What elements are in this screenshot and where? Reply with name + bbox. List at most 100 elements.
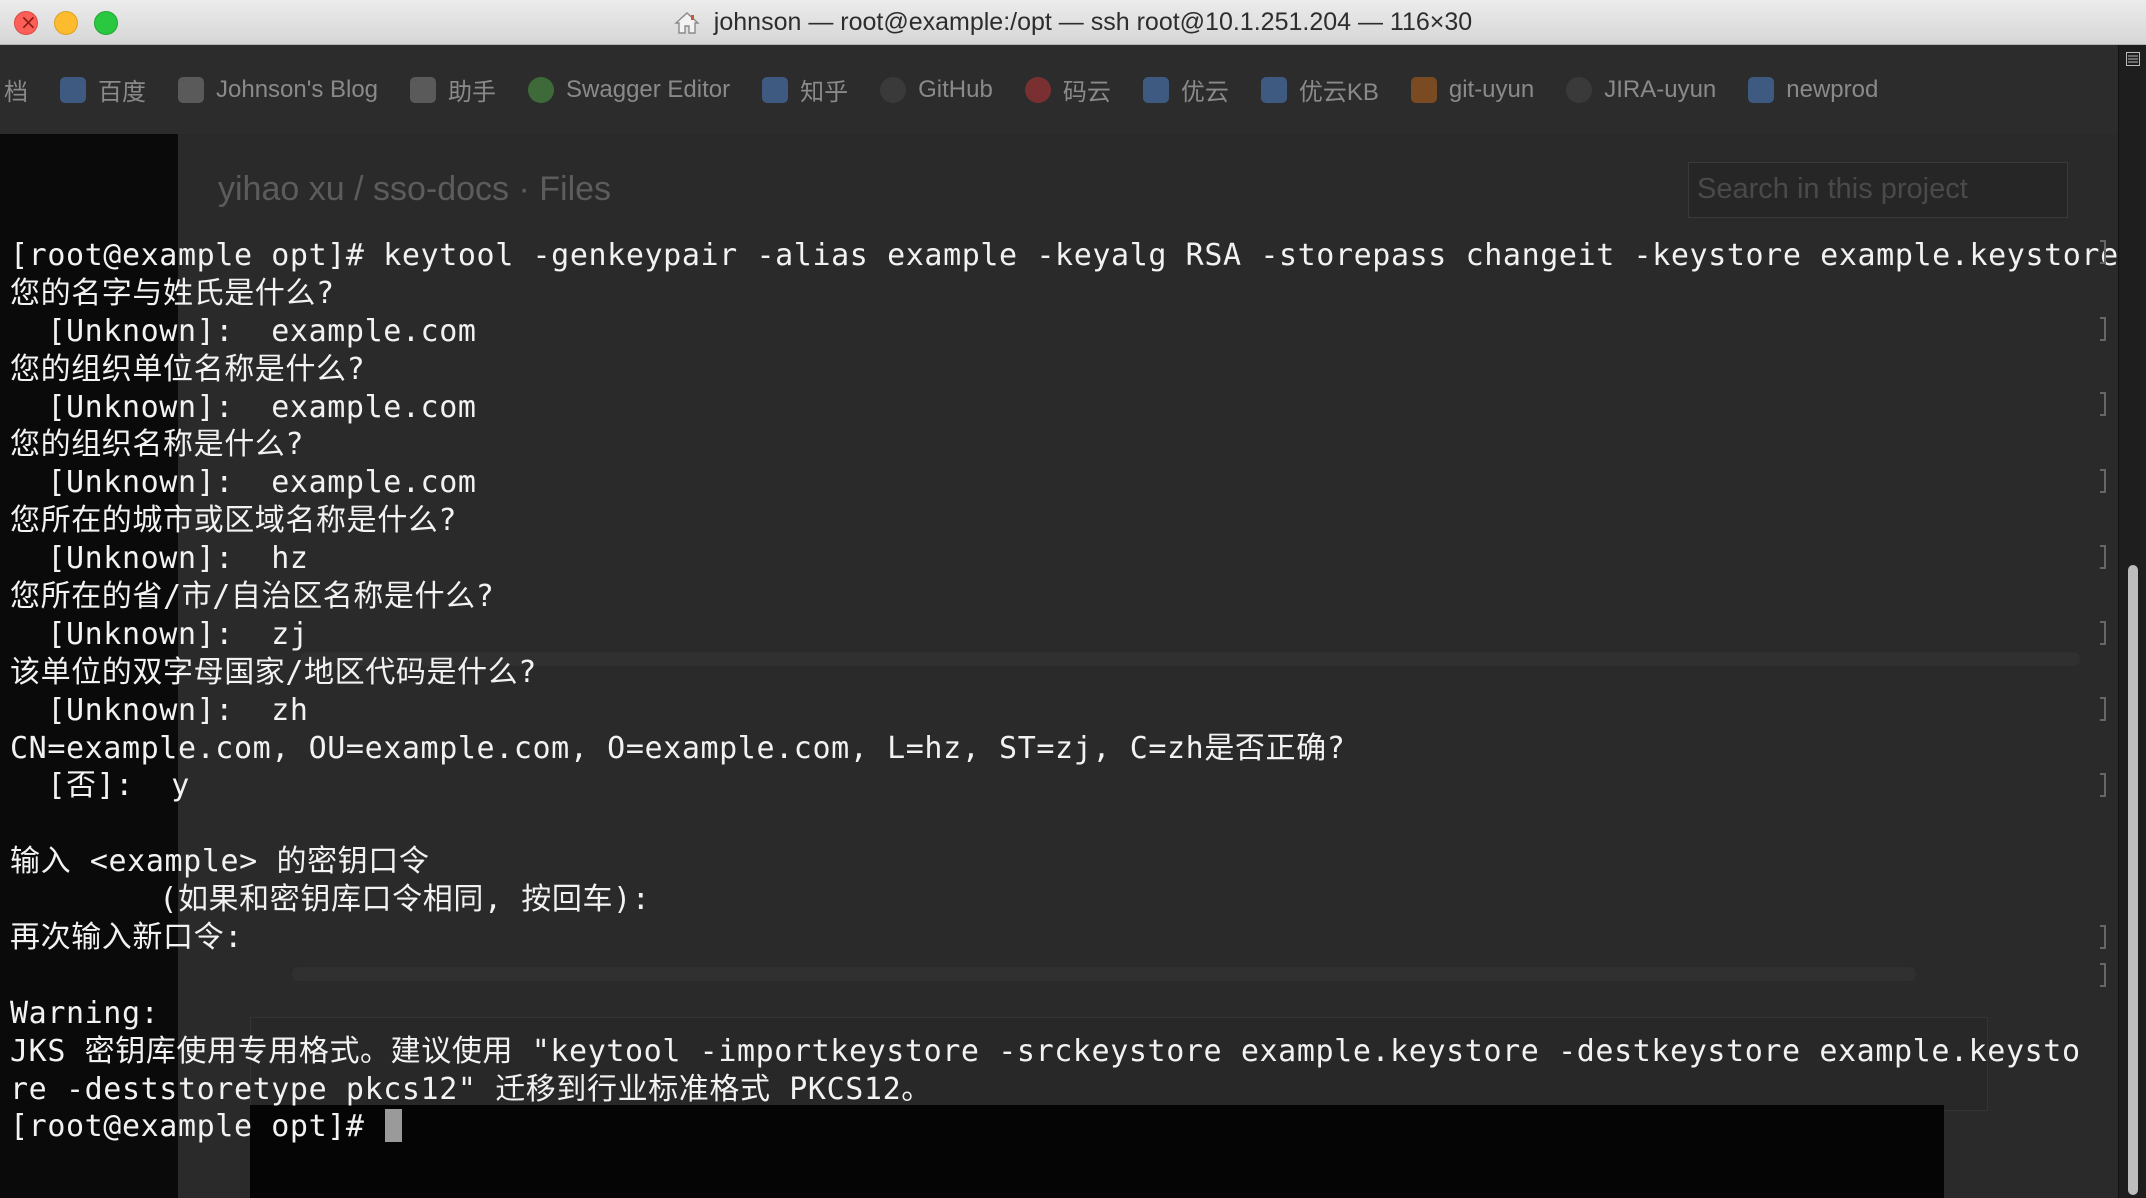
bookmark-item: newprod xyxy=(1748,76,1878,104)
terminal-line: 您的组织名称是什么? xyxy=(10,426,2118,464)
line-marker xyxy=(2100,545,2106,569)
bookmark-item: 百度 xyxy=(60,72,146,107)
terminal-line-text: [Unknown]: zj xyxy=(10,616,309,652)
terminal-line-text: [root@example opt]# keytool -genkeypair … xyxy=(10,238,2118,273)
bookmark-label: 优云KB xyxy=(1298,79,1379,106)
terminal-line: Warning: xyxy=(10,995,2118,1033)
terminal-line-text: (如果和密钥库口令相同, 按回车): xyxy=(10,882,651,918)
bookmark-item: 优云KB xyxy=(1260,72,1379,107)
terminal-line: 您所在的城市或区域名称是什么? xyxy=(10,502,2118,540)
terminal-line-text: CN=example.com, OU=example.com, O=exampl… xyxy=(10,730,1346,766)
shield-icon xyxy=(1142,76,1169,103)
helper-icon xyxy=(410,76,437,103)
line-marker xyxy=(2100,621,2106,645)
bookmarks-bar: 档 百度 Johnson's Blog 助手 Swagger Editor 知乎 GitHu… xyxy=(0,45,2118,134)
confluence-icon xyxy=(1260,76,1287,103)
terminal-line: (如果和密钥库口令相同, 按回车): xyxy=(10,881,2118,919)
bookmark-label: newprod xyxy=(1786,75,1879,103)
terminal-line-text: [否]: y xyxy=(10,768,190,804)
jira-icon xyxy=(1566,76,1593,103)
gitlab-icon xyxy=(1410,76,1437,103)
window-title-group: johnson — root@example:/opt — ssh root@1… xyxy=(0,0,2146,45)
breadcrumb: yihao xu / sso-docs · Files xyxy=(218,170,612,208)
terminal-line-text: 该单位的双字母国家/地区代码是什么? xyxy=(10,654,537,690)
terminal-line-text: 您的组织单位名称是什么? xyxy=(10,351,366,387)
project-search-input: Search in this project xyxy=(1688,162,2068,218)
baidu-icon xyxy=(60,76,86,103)
window-title: johnson — root@example:/opt — ssh root@1… xyxy=(713,8,1473,36)
terminal-line-text: 您的名字与姓氏是什么? xyxy=(10,275,335,311)
line-marker xyxy=(2100,925,2106,949)
bookmark-item: JIRA-uyun xyxy=(1566,76,1716,104)
terminal-scrollbar[interactable] xyxy=(2118,45,2146,1198)
terminal-line-text: 您所在的省/市/自治区名称是什么? xyxy=(10,579,495,615)
terminal-line-text: 您所在的城市或区域名称是什么? xyxy=(10,503,458,539)
blog-icon xyxy=(178,76,204,103)
terminal-cursor xyxy=(385,1109,403,1143)
bookmark-item: GitHub xyxy=(880,76,993,104)
bookmark-label: 助手 xyxy=(448,79,497,106)
terminal-line-text: 再次输入新口令: xyxy=(10,920,243,956)
line-marker xyxy=(2100,240,2106,264)
zhihu-icon xyxy=(762,76,789,103)
terminal-line-text: [root@example opt]# xyxy=(10,1109,384,1145)
scrollbar-thumb[interactable] xyxy=(2128,565,2138,1195)
bookmark-label: 知乎 xyxy=(800,79,849,106)
line-marker xyxy=(2100,317,2106,341)
terminal-line: [root@example opt]# xyxy=(10,1108,2118,1146)
terminal-line: 您的组织单位名称是什么? xyxy=(10,351,2118,389)
terminal-line: [Unknown]: example.com xyxy=(10,389,2118,427)
terminal-line: re -deststoretype pkcs12" 迁移到行业标准格式 PKCS… xyxy=(10,1071,2118,1109)
terminal-line: 该单位的双字母国家/地区代码是什么? xyxy=(10,654,2118,692)
terminal-line: [Unknown]: zj xyxy=(10,616,2118,654)
terminal-line-text: Warning: xyxy=(10,995,160,1031)
terminal-line-text: [Unknown]: example.com xyxy=(10,465,477,501)
terminal-line: [Unknown]: example.com xyxy=(10,464,2118,502)
bookmark-label: 优云 xyxy=(1180,79,1229,106)
bookmark-label: GitHub xyxy=(918,75,993,103)
shield-icon xyxy=(1748,76,1775,103)
terminal-output: [root@example opt]# keytool -genkeypair … xyxy=(10,237,2118,1146)
terminal-line-text: JKS 密钥库使用专用格式。建议使用 "keytool -importkeyst… xyxy=(10,1033,2081,1069)
line-marker xyxy=(2100,697,2106,721)
bookmark-item: 助手 xyxy=(410,72,496,107)
bookmark-item: Swagger Editor xyxy=(528,76,730,104)
bookmark-label: 码云 xyxy=(1062,79,1111,106)
terminal-line: [否]: y xyxy=(10,767,2118,805)
terminal-line: [Unknown]: hz xyxy=(10,540,2118,578)
terminal-line: 输入 <example> 的密钥口令 xyxy=(10,843,2118,881)
terminal-line-text: [Unknown]: zh xyxy=(10,692,309,728)
terminal-line: [root@example opt]# keytool -genkeypair … xyxy=(10,237,2118,275)
bookmark-item: 知乎 xyxy=(762,72,848,107)
terminal-line-text: [Unknown]: hz xyxy=(10,541,309,577)
terminal-line: CN=example.com, OU=example.com, O=exampl… xyxy=(10,730,2118,768)
bookmark-item: 优云 xyxy=(1142,72,1229,107)
bookmark-item: 码云 xyxy=(1024,72,1111,107)
window-titlebar: johnson — root@example:/opt — ssh root@1… xyxy=(0,0,2146,45)
bookmark-label: Swagger Editor xyxy=(566,75,731,103)
search-placeholder: Search in this project xyxy=(1697,173,1968,205)
terminal-line-text: 您的组织名称是什么? xyxy=(10,427,305,463)
bookmark-item: Johnson's Blog xyxy=(178,76,378,104)
terminal-line: 您的名字与姓氏是什么? xyxy=(10,275,2118,313)
terminal-line-text: 输入 <example> 的密钥口令 xyxy=(10,844,430,880)
bookmark-label: 百度 xyxy=(98,79,146,106)
terminal-line-text: [Unknown]: example.com xyxy=(10,313,477,349)
bookmark-label: Johnson's Blog xyxy=(216,75,379,103)
terminal-line: [Unknown]: zh xyxy=(10,692,2118,730)
scrollbar-menu-icon[interactable] xyxy=(2126,51,2140,66)
line-marker xyxy=(2100,773,2106,797)
terminal-line-text: re -deststoretype pkcs12" 迁移到行业标准格式 PKCS… xyxy=(10,1071,932,1107)
terminal-window[interactable]: 档 百度 Johnson's Blog 助手 Swagger Editor 知乎 GitHu… xyxy=(0,45,2118,1198)
terminal-line-text: [Unknown]: example.com xyxy=(10,389,477,425)
bookmark-label: 档 xyxy=(4,79,28,106)
terminal-line: [Unknown]: example.com xyxy=(10,313,2118,351)
terminal-line: 再次输入新口令: xyxy=(10,919,2118,957)
github-icon xyxy=(880,76,907,103)
swagger-icon xyxy=(528,76,555,103)
home-icon xyxy=(673,11,700,35)
line-marker xyxy=(2100,392,2106,416)
bookmark-label: git-uyun xyxy=(1448,75,1535,103)
